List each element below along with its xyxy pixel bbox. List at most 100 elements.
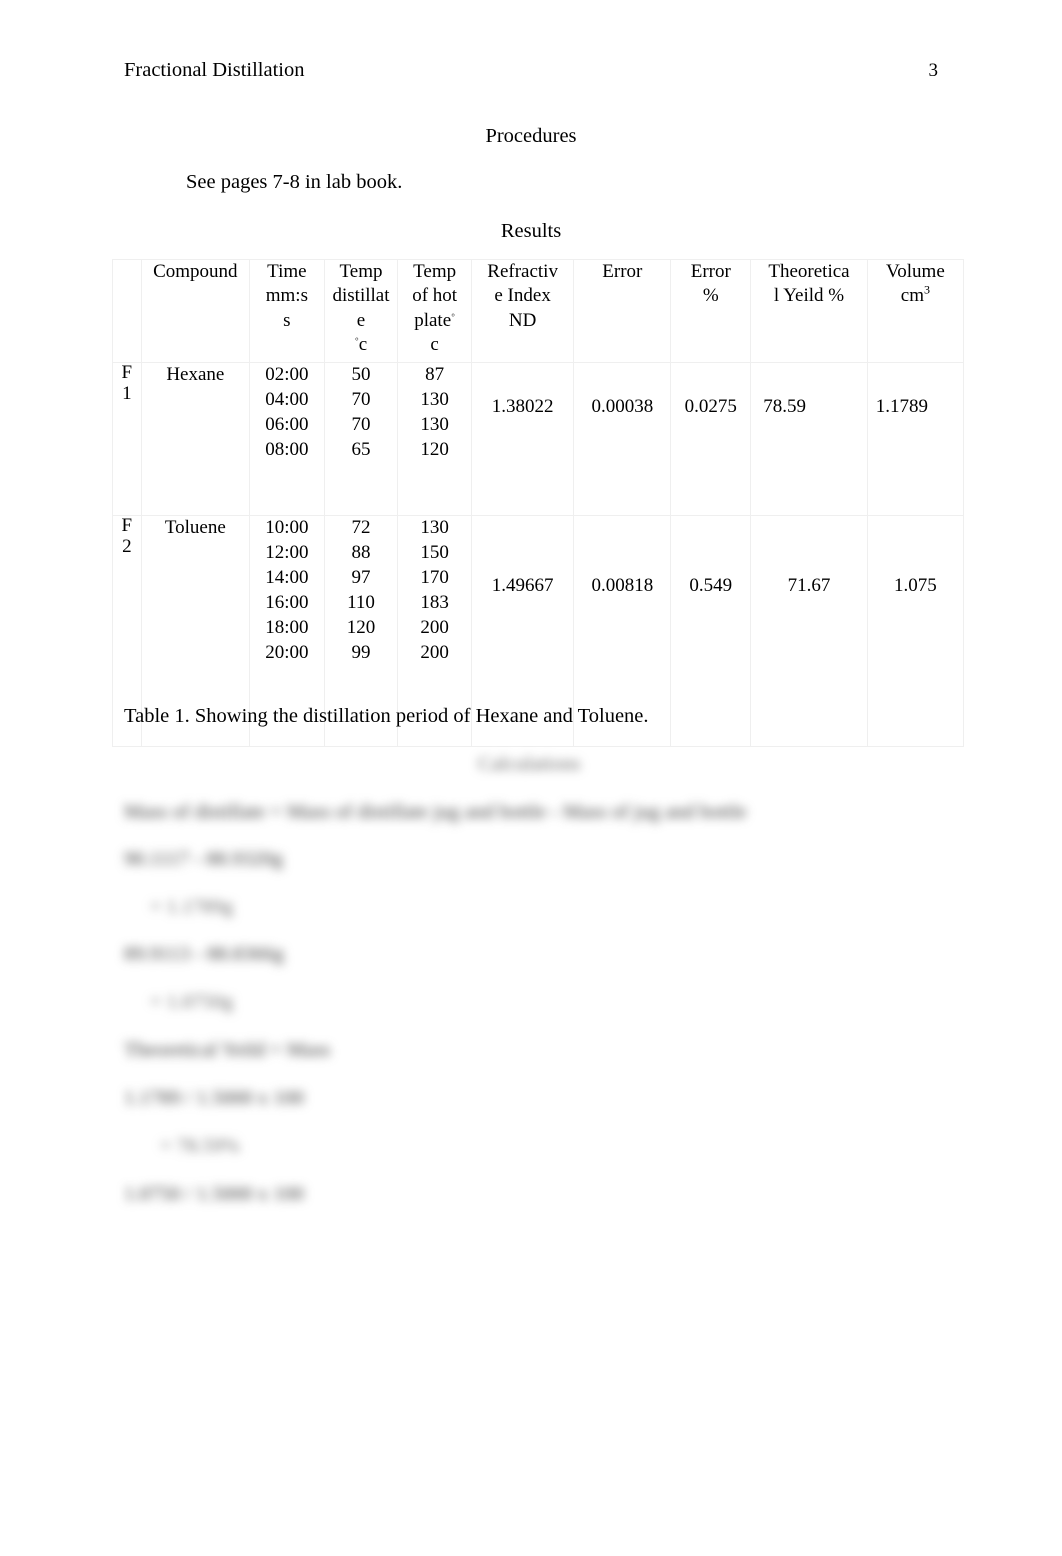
cell-volume: 1.1789 xyxy=(866,362,965,516)
temp-hot-plate-value: 183 xyxy=(420,592,449,613)
cell-error: 0.00038 xyxy=(573,362,672,516)
col-header-volume-unit: cm xyxy=(900,285,924,307)
col-header-temp-hot-plate-line3: plate◦ xyxy=(398,309,471,333)
results-heading: Results xyxy=(500,220,562,242)
col-header-temp-hot-plate-unit: c xyxy=(430,333,439,355)
col-header-error: Error xyxy=(573,259,672,363)
cell-fraction: F 1 xyxy=(112,362,142,516)
time-value: 04:00 xyxy=(265,389,309,410)
results-table-container: Compound Time mm:s s Temp distillat e ◦c xyxy=(112,259,965,747)
col-header-temp-distillate-line3: e xyxy=(356,309,366,331)
cell-theoretical-yield: 71.67 xyxy=(750,515,868,747)
time-value: 02:00 xyxy=(265,364,309,385)
col-header-volume: Volume cm3 xyxy=(866,259,965,363)
col-header-temp-distillate-unit: ◦c xyxy=(325,333,398,357)
degree-icon: ◦ xyxy=(451,309,456,322)
col-header-temp-distillate-line2: distillat xyxy=(332,285,390,307)
table-caption: Table 1. Showing the distillation period… xyxy=(124,705,649,727)
col-header-refractive-index-line2: e Index xyxy=(494,285,551,307)
time-value: 16:00 xyxy=(265,592,309,613)
temp-hot-plate-value: 130 xyxy=(420,517,449,538)
temp-distillate-value: 65 xyxy=(351,439,371,460)
col-header-error-percent-line2: % xyxy=(702,285,719,307)
calculation-line-blurred: 89.9113 - 88.8366g xyxy=(124,943,284,965)
fraction-label-line2: 1 xyxy=(122,382,132,404)
col-header-volume-exponent: 3 xyxy=(924,282,930,297)
cell-compound: Hexane xyxy=(140,362,251,516)
temp-hot-plate-value: 150 xyxy=(420,542,449,563)
cell-theoretical-yield: 78.59 xyxy=(750,362,868,516)
col-header-theoretical-yield-line1: Theoretica xyxy=(768,261,850,282)
calculation-line-blurred: 1.0750 / 1.5000 x 100 xyxy=(124,1183,304,1205)
temp-distillate-value: 110 xyxy=(347,592,375,613)
procedures-body-text: See pages 7-8 in lab book. xyxy=(186,171,403,193)
col-header-theoretical-yield: Theoretica l Yeild % xyxy=(750,259,868,363)
fraction-label-line1: F xyxy=(121,362,133,383)
temp-distillate-value: 99 xyxy=(351,642,371,663)
col-header-theoretical-yield-line2: l Yeild % xyxy=(773,285,845,307)
col-header-volume-line1: Volume xyxy=(886,261,945,282)
calculation-line-blurred: Theoretical Yeild = Mass xyxy=(124,1039,331,1061)
time-value: 14:00 xyxy=(265,567,309,588)
col-header-time-line1: Time xyxy=(267,261,307,282)
temp-distillate-value: 70 xyxy=(351,414,371,435)
temp-hot-plate-value: 170 xyxy=(420,567,449,588)
col-header-time-line3: s xyxy=(283,309,291,331)
temp-hot-plate-value: 130 xyxy=(420,389,449,410)
col-header-refractive-index: Refractiv e Index ND xyxy=(470,259,575,363)
temp-hot-plate-value: 200 xyxy=(420,617,449,638)
temp-hot-plate-value: 120 xyxy=(420,439,449,460)
col-header-time: Time mm:s s xyxy=(249,259,325,363)
fraction-label-line1: F xyxy=(121,515,133,536)
page-number: 3 xyxy=(928,60,939,81)
time-value: 20:00 xyxy=(265,642,309,663)
running-header: Fractional Distillation 3 xyxy=(124,58,938,83)
col-header-error-line1: Error xyxy=(602,261,643,282)
calculation-line-blurred: 1.1789 / 1.5000 x 100 xyxy=(124,1087,304,1109)
col-header-error-percent-line1: Error xyxy=(690,261,731,282)
temp-distillate-value: 50 xyxy=(351,364,371,385)
calculation-line-blurred: Calculations xyxy=(478,753,581,775)
time-value: 10:00 xyxy=(265,517,309,538)
temp-hot-plate-value: 87 xyxy=(425,364,445,385)
cell-error-percent: 0.0275 xyxy=(670,362,752,516)
cell-temp-distillate-list: 50 70 70 65 xyxy=(323,362,399,516)
col-header-compound-line1: Compound xyxy=(153,261,238,282)
col-header-refractive-index-line1: Refractiv xyxy=(487,261,558,282)
col-header-temp-hot-plate-line3-text: plate xyxy=(414,309,452,331)
results-table: Compound Time mm:s s Temp distillat e ◦c xyxy=(112,259,965,747)
temp-distillate-value: 88 xyxy=(351,542,371,563)
temp-distillate-value: 70 xyxy=(351,389,371,410)
col-header-temp-distillate-line1: Temp xyxy=(339,261,383,282)
col-header-volume-line2: cm3 xyxy=(868,284,963,308)
table-row: F 1 Hexane 02:00 04:00 06:00 08:00 50 70… xyxy=(112,362,965,516)
fraction-label-line2: 2 xyxy=(122,535,132,557)
calculation-line-blurred: Mass of distillate = Mass of distillate … xyxy=(124,801,747,823)
col-header-temp-hot-plate: Temp of hot plate◦ c xyxy=(397,259,472,363)
time-value: 06:00 xyxy=(265,414,309,435)
col-header-temp-hot-plate-line1: Temp xyxy=(413,261,457,282)
col-header-fraction xyxy=(112,259,142,363)
temp-hot-plate-value: 130 xyxy=(420,414,449,435)
calculation-line-blurred: = 1.0750g xyxy=(150,991,234,1013)
cell-error-percent: 0.549 xyxy=(670,515,752,747)
temp-distillate-value: 120 xyxy=(346,617,376,638)
time-value: 08:00 xyxy=(265,439,309,460)
temp-hot-plate-value: 200 xyxy=(420,642,449,663)
cell-volume: 1.075 xyxy=(866,515,965,747)
calculation-line-blurred: = 1.1789g xyxy=(150,896,234,918)
col-header-refractive-index-line3: ND xyxy=(508,309,537,331)
col-header-time-line2: mm:s xyxy=(265,285,308,307)
procedures-heading: Procedures xyxy=(485,125,577,147)
time-value: 12:00 xyxy=(265,542,309,563)
cell-refractive-index: 1.38022 xyxy=(470,362,575,516)
time-value: 18:00 xyxy=(265,617,309,638)
cell-time-list: 02:00 04:00 06:00 08:00 xyxy=(249,362,325,516)
col-header-error-percent: Error % xyxy=(670,259,752,363)
results-table-body: F 1 Hexane 02:00 04:00 06:00 08:00 50 70… xyxy=(112,362,965,747)
col-header-temp-hot-plate-line2: of hot xyxy=(412,285,458,307)
calculation-line-blurred: = 78.59% xyxy=(160,1135,240,1157)
running-header-title: Fractional Distillation xyxy=(124,59,305,81)
document-page: Fractional Distillation 3 Procedures See… xyxy=(0,0,1062,1556)
col-header-compound: Compound xyxy=(140,259,251,363)
